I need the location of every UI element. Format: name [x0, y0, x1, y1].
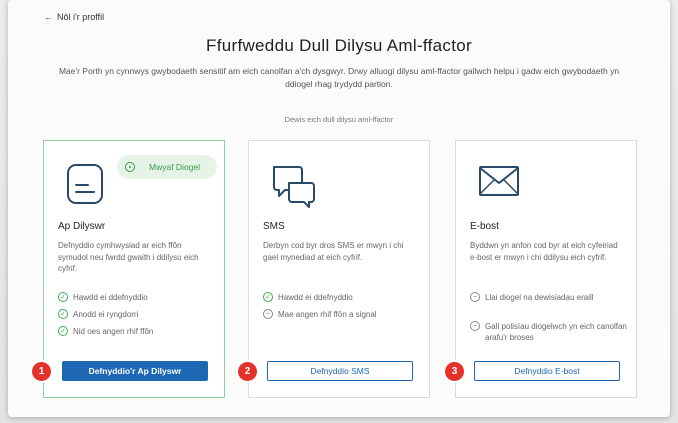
feature-item: ✓ Hawdd ei ddefnyddio: [58, 292, 218, 303]
back-to-profile-link[interactable]: ← Nôl i'r proffil: [44, 12, 104, 22]
feature-label: Hawdd ei ddefnyddio: [73, 293, 148, 302]
feature-label: Gall polisïau diogelwch yn eich canolfan…: [485, 322, 627, 342]
check-circle-icon: ✓: [263, 292, 273, 302]
check-circle-icon: ✓: [58, 309, 68, 319]
check-circle-icon: ✓: [58, 326, 68, 336]
minus-circle-icon: −: [470, 292, 480, 302]
chat-bubbles-icon: [271, 163, 317, 214]
feature-item: ✓ Anodd ei ryngdorri: [58, 309, 218, 320]
card-description: Defnyddio cymhwysiad ar eich ffôn symudo…: [58, 241, 199, 273]
mobile-app-icon: [66, 163, 106, 212]
use-authenticator-app-button[interactable]: Defnyddio'r Ap Dilyswr: [62, 361, 208, 381]
badge-label: Mwyaf Diogel: [149, 161, 201, 172]
feature-item: − Gall polisïau diogelwch yn eich canolf…: [470, 321, 630, 343]
minus-circle-icon: −: [263, 309, 273, 319]
most-secure-badge: Mwyaf Diogel: [117, 155, 217, 179]
page-description: Mae'r Porth yn cynnwys gwybodaeth sensit…: [58, 66, 620, 89]
step-marker-3: 3: [445, 362, 464, 381]
medal-icon: [125, 162, 135, 172]
feature-item: − Llai diogel na dewisiadau eraill: [470, 292, 630, 303]
minus-circle-icon: −: [470, 321, 480, 331]
feature-item: − Mae angen rhif ffôn a signal: [263, 309, 423, 320]
method-prompt: Dewis eich dull dilysu aml-ffactor: [284, 115, 394, 124]
authenticator-app-card[interactable]: Mwyaf Diogel Ap Dilyswr Defnyddio cymhwy…: [43, 140, 225, 398]
envelope-icon: [478, 163, 522, 204]
card-title: E-bost: [470, 221, 499, 232]
use-sms-button[interactable]: Defnyddio SMS: [267, 361, 413, 381]
feature-label: Anodd ei ryngdorri: [73, 310, 139, 319]
feature-label: Nid oes angen rhif ffôn: [73, 327, 154, 336]
feature-label: Llai diogel na dewisiadau eraill: [485, 293, 594, 302]
step-marker-1: 1: [32, 362, 51, 381]
check-circle-icon: ✓: [58, 292, 68, 302]
use-email-button[interactable]: Defnyddio E-bost: [474, 361, 620, 381]
page-title: Ffurfweddu Dull Dilysu Aml-ffactor: [206, 36, 472, 55]
back-link-label: Nôl i'r proffil: [57, 12, 105, 22]
mfa-setup-panel: ← Nôl i'r proffil Ffurfweddu Dull Dilysu…: [8, 0, 670, 417]
card-title: Ap Dilyswr: [58, 221, 106, 232]
feature-label: Mae angen rhif ffôn a signal: [278, 310, 377, 319]
card-title: SMS: [263, 221, 285, 232]
card-description: Byddwn yn anfon cod byr at eich cyfeiria…: [470, 241, 618, 262]
feature-item: ✓ Hawdd ei ddefnyddio: [263, 292, 423, 303]
email-card[interactable]: E-bost Byddwn yn anfon cod byr at eich c…: [455, 140, 637, 398]
card-description: Derbyn cod byr dros SMS er mwyn i chi ga…: [263, 241, 404, 262]
sms-card[interactable]: SMS Derbyn cod byr dros SMS er mwyn i ch…: [248, 140, 430, 398]
step-marker-2: 2: [238, 362, 257, 381]
feature-item: ✓ Nid oes angen rhif ffôn: [58, 326, 218, 337]
feature-label: Hawdd ei ddefnyddio: [278, 293, 353, 302]
arrow-left-icon: ←: [44, 12, 53, 22]
